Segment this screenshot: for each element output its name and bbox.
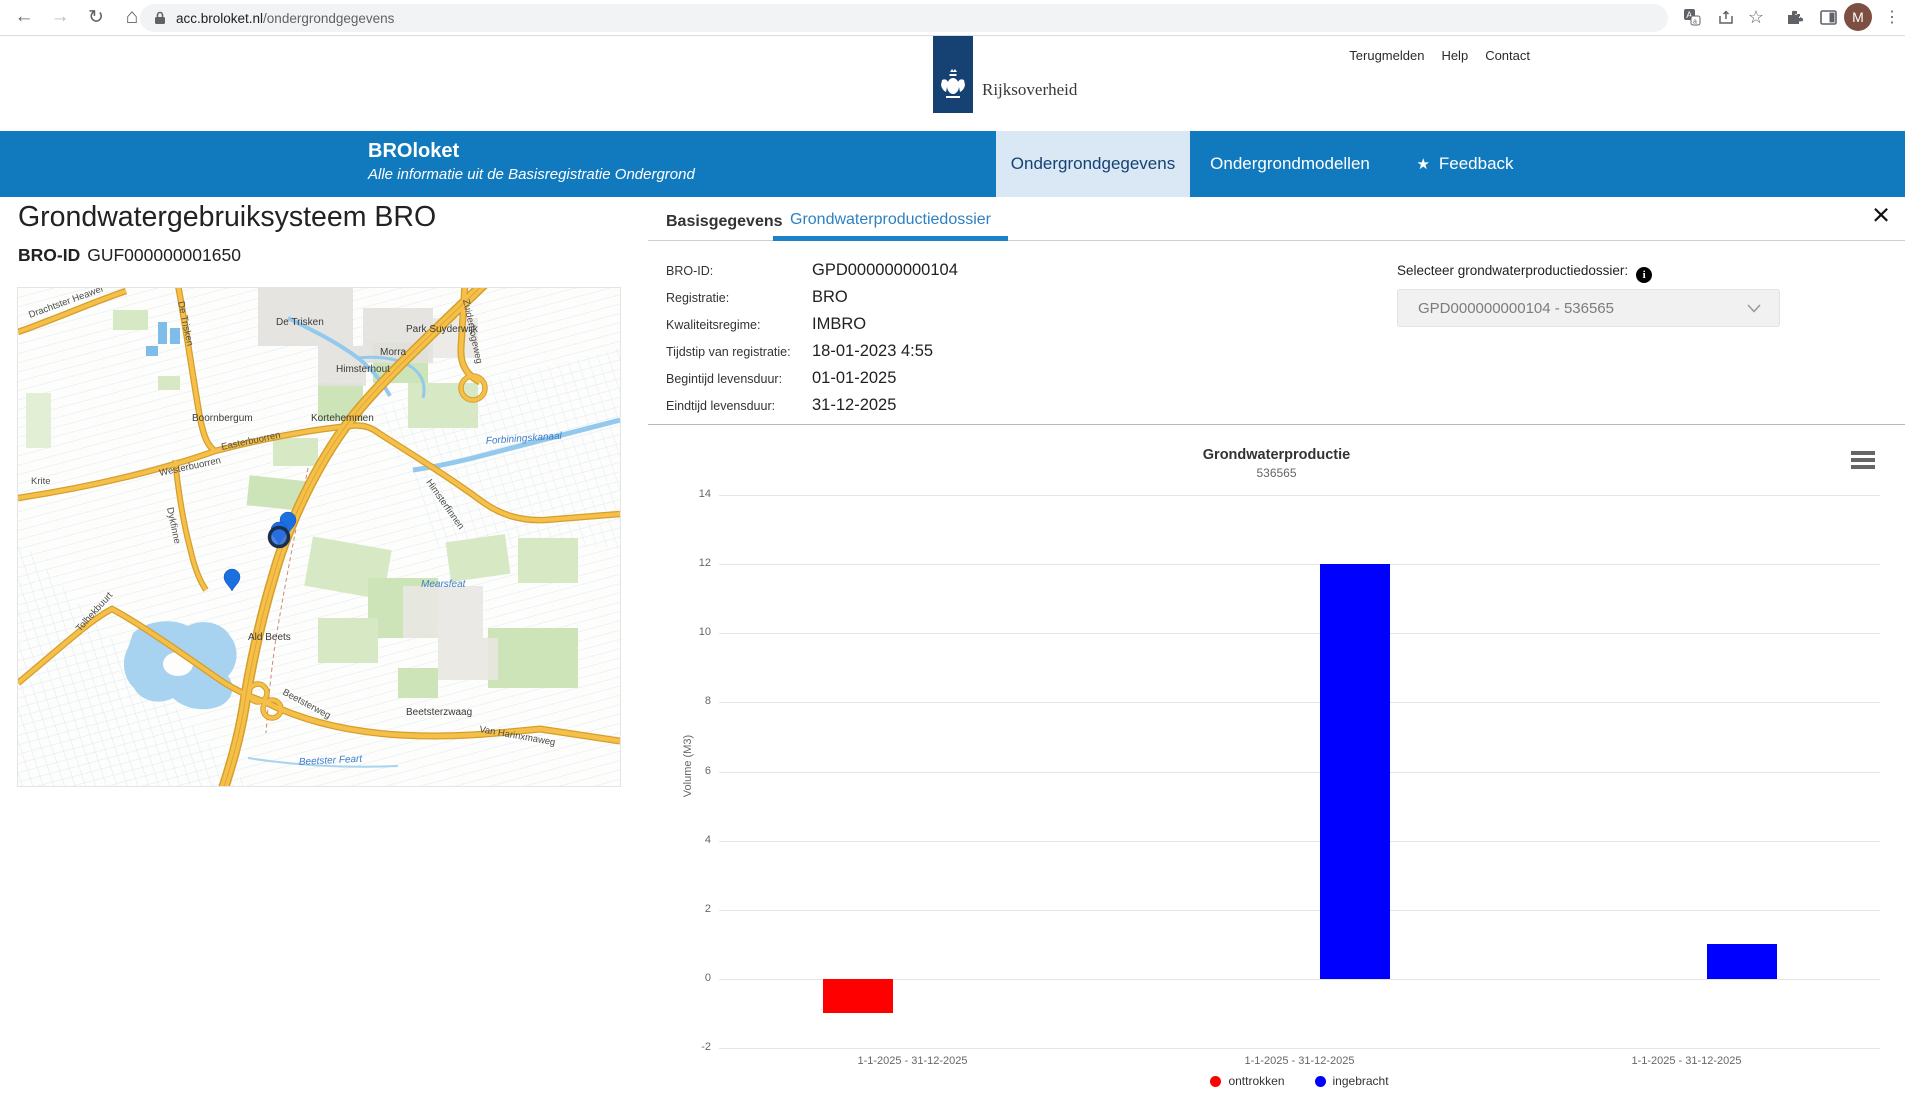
divider [648,424,1905,425]
field-tijdstip-registratie: Tijdstip van registratie:18-01-2023 4:55 [666,342,933,361]
chrome-menu-icon[interactable]: ⋮ [1878,3,1905,31]
gridline [719,564,1880,565]
svg-text:Morra: Morra [380,347,407,358]
bookmark-star-icon[interactable]: ☆ [1742,3,1770,31]
gridline [719,910,1880,911]
translate-icon[interactable]: Aa [1678,3,1706,31]
svg-text:Boornbergum: Boornbergum [192,413,253,424]
profile-avatar[interactable]: M [1844,3,1872,31]
url-bar[interactable]: acc.broloket.nl/ondergrondgegevens [140,4,1668,32]
legend-label: onttrokken [1228,1074,1284,1088]
dossier-select[interactable]: GPD000000000104 - 536565 [1397,289,1780,327]
legend-label: ingebracht [1333,1074,1389,1088]
nav-tab-ondergrondmodellen[interactable]: Ondergrondmodellen [1190,131,1390,197]
nav-tab-feedback[interactable]: ★ Feedback [1390,131,1540,197]
svg-text:Mearsfeat: Mearsfeat [421,579,467,590]
field-eindtijd: Eindtijd levensduur:31-12-2025 [666,396,896,415]
dossier-selector-label: Selecteer grondwaterproductiedossier:i [1397,263,1652,283]
x-tick-label: 1-1-2025 - 31-12-2025 [803,1055,1023,1067]
svg-text:De Trisken: De Trisken [276,317,324,328]
info-icon[interactable]: i [1636,267,1652,283]
close-icon[interactable]: × [1872,200,1890,230]
gridline [719,1048,1880,1049]
y-tick-label: 12 [663,557,711,569]
field-registratie: Registratie:BRO [666,288,848,307]
dossier-select-value: GPD000000000104 - 536565 [1418,300,1614,317]
bar-onttrokken[interactable] [823,979,893,1014]
map-circle-marker[interactable] [270,528,289,547]
main-navbar: BROloket Alle informatie uit de Basisreg… [0,131,1905,197]
bro-id-value: GUF000000001650 [87,245,241,265]
svg-text:Ald Beets: Ald Beets [248,632,291,643]
svg-text:Kortehemmen: Kortehemmen [311,413,374,424]
field-kwaliteitsregime: Kwaliteitsregime:IMBRO [666,315,866,334]
gridline [719,841,1880,842]
brand-title[interactable]: BROloket [368,140,459,163]
gridline [719,772,1880,773]
extensions-icon[interactable] [1780,3,1808,31]
nav-tab-label: Ondergrondgegevens [1011,154,1175,174]
nav-tab-label: Feedback [1439,154,1514,174]
gridline [719,979,1880,980]
share-icon[interactable] [1712,3,1740,31]
y-tick-label: 8 [663,695,711,707]
field-begintijd: Begintijd levensduur:01-01-2025 [666,369,896,388]
brand-subtitle: Alle informatie uit de Basisregistratie … [368,166,695,183]
svg-text:Himsterhout: Himsterhout [336,364,390,375]
legend-item-onttrokken[interactable]: onttrokken [1210,1074,1284,1088]
legend-item-ingebracht[interactable]: ingebracht [1315,1074,1389,1088]
bar-ingebracht[interactable] [1707,944,1777,979]
bro-id-row: BRO-ID GUF000000001650 [18,245,241,266]
field-bro-id: BRO-ID:GPD000000000104 [666,261,958,280]
link-help[interactable]: Help [1441,48,1468,63]
back-icon[interactable]: ← [10,3,38,31]
bro-id-label: BRO-ID [18,245,80,265]
y-tick-label: 14 [663,488,711,500]
chart-subtitle: 536565 [648,466,1905,480]
x-tick-label: 1-1-2025 - 31-12-2025 [1577,1055,1797,1067]
svg-text:a: a [1693,19,1697,26]
forward-icon[interactable]: → [46,3,74,31]
chevron-down-icon [1747,304,1761,313]
browser-chrome: ← → ↻ ⌂ acc.broloket.nl/ondergrondgegeve… [0,0,1905,36]
nav-tab-label: Ondergrondmodellen [1210,154,1370,174]
location-map[interactable]: Drachtster HeaweiDe TriskenZuiderhogeweg… [18,288,620,786]
header-links: Terugmelden Help Contact [1349,48,1530,63]
panel-tabs: Basisgegevens Grondwaterproductiedossier [648,203,1905,241]
reload-icon[interactable]: ↻ [82,3,110,31]
tab-grondwaterproductiedossier[interactable]: Grondwaterproductiedossier [773,203,1008,241]
svg-text:Krite: Krite [31,476,51,487]
svg-text:Park Suyderwijk: Park Suyderwijk [406,324,479,335]
chart-menu-icon[interactable] [1851,451,1875,472]
lock-icon [154,11,166,25]
y-tick-label: 10 [663,626,711,638]
rijksoverheid-logo [933,36,973,113]
link-terugmelden[interactable]: Terugmelden [1349,48,1424,63]
chart-legend: onttrokken ingebracht [719,1074,1880,1088]
site-header: Rijksoverheid Terugmelden Help Contact [0,36,1905,131]
bar-ingebracht[interactable] [1320,564,1390,979]
url-text: acc.broloket.nl/ondergrondgegevens [176,11,394,26]
y-tick-label: 0 [663,972,711,984]
legend-swatch-blue [1315,1076,1326,1087]
gridline [719,702,1880,703]
link-contact[interactable]: Contact [1485,48,1530,63]
y-tick-label: 6 [663,765,711,777]
y-tick-label: 2 [663,903,711,915]
chart-title: Grondwaterproductie [648,447,1905,463]
gridline [719,495,1880,496]
nav-tab-ondergrondgegevens[interactable]: Ondergrondgegevens [996,131,1190,197]
svg-text:Beetsterzwaag: Beetsterzwaag [406,707,472,718]
legend-swatch-red [1210,1076,1221,1087]
y-tick-label: -2 [663,1041,711,1053]
page-title: Grondwatergebruiksysteem BRO [18,201,436,234]
logo-wordmark: Rijksoverheid [982,80,1077,100]
feedback-star-icon: ★ [1416,155,1429,173]
chart-plot-area: 14121086420-21-1-2025 - 31-12-20251-1-20… [719,495,1880,1048]
x-tick-label: 1-1-2025 - 31-12-2025 [1190,1055,1410,1067]
gridline [719,633,1880,634]
tab-basisgegevens[interactable]: Basisgegevens [666,203,783,241]
y-tick-label: 4 [663,834,711,846]
side-panel-icon[interactable] [1814,3,1842,31]
